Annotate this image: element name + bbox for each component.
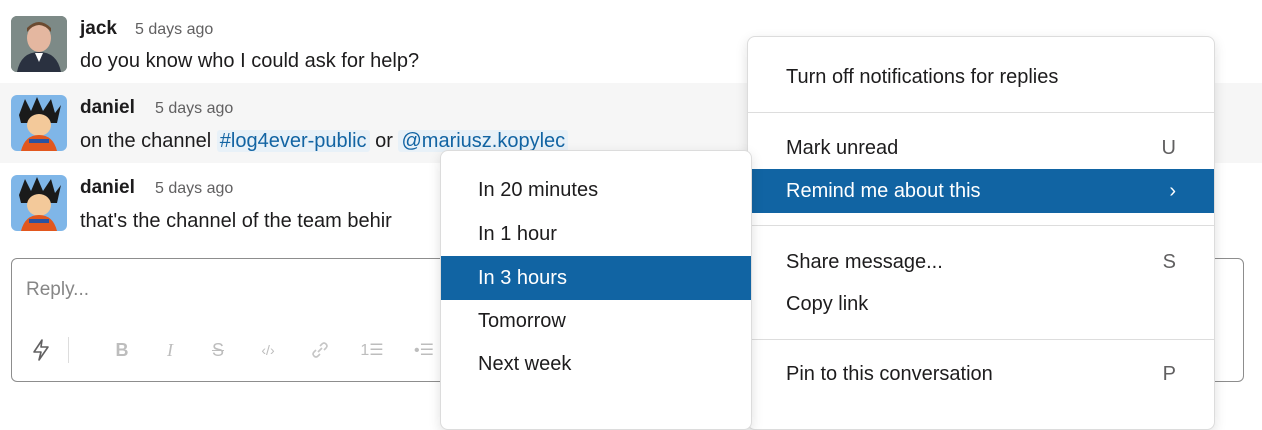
avatar-jack[interactable] <box>11 16 67 72</box>
toolbar-divider <box>68 337 69 363</box>
menu-item-pin[interactable]: Pin to this conversation P <box>748 353 1214 395</box>
submenu-item-next-week[interactable]: Next week <box>441 343 751 385</box>
menu-divider <box>748 112 1214 113</box>
submenu-item-tomorrow[interactable]: Tomorrow <box>441 300 751 342</box>
submenu-item-in-1-hour[interactable]: In 1 hour <box>441 213 751 255</box>
avatar-daniel[interactable] <box>11 95 67 151</box>
bolt-icon[interactable] <box>26 333 56 367</box>
bold-icon[interactable]: B <box>110 333 134 367</box>
timestamp[interactable]: 5 days ago <box>155 180 233 198</box>
author-name[interactable]: daniel <box>80 177 135 199</box>
menu-item-turn-off-notifications[interactable]: Turn off notifications for replies <box>748 56 1214 98</box>
submenu-item-in-3-hours[interactable]: In 3 hours <box>441 256 751 300</box>
chevron-right-icon: › <box>1169 179 1176 202</box>
shortcut-key: U <box>1161 136 1176 159</box>
menu-item-mark-unread[interactable]: Mark unread U <box>748 127 1214 169</box>
bulleted-list-icon[interactable]: •☰ <box>410 333 438 367</box>
menu-item-copy-link[interactable]: Copy link <box>748 283 1214 325</box>
shortcut-key: P <box>1162 362 1176 385</box>
message-text: do you know who I could ask for help? <box>80 50 420 72</box>
message-text-joiner: or <box>375 130 393 152</box>
message-text: that's the channel of the team behir <box>80 210 392 232</box>
link-icon[interactable] <box>306 333 334 367</box>
reply-input[interactable]: Reply... <box>26 279 89 301</box>
code-icon[interactable]: ‹/› <box>254 333 282 367</box>
italic-icon[interactable]: I <box>158 333 182 367</box>
author-name[interactable]: jack <box>80 18 117 40</box>
menu-divider <box>748 339 1214 340</box>
channel-link[interactable]: #log4ever-public <box>216 130 370 152</box>
menu-item-share-message[interactable]: Share message... S <box>748 241 1214 283</box>
strikethrough-icon[interactable]: S <box>206 333 230 367</box>
remind-submenu: In 20 minutes In 1 hour In 3 hours Tomor… <box>440 150 752 430</box>
ordered-list-icon[interactable]: 1☰ <box>358 333 386 367</box>
submenu-item-in-20-minutes[interactable]: In 20 minutes <box>441 169 751 211</box>
menu-divider <box>748 225 1214 226</box>
shortcut-key: S <box>1162 250 1176 273</box>
menu-item-remind-me[interactable]: Remind me about this › <box>748 169 1214 213</box>
timestamp[interactable]: 5 days ago <box>135 21 213 39</box>
message-actions-menu: Turn off notifications for replies Mark … <box>747 36 1215 430</box>
message-text-prefix: on the channel <box>80 130 212 152</box>
user-mention[interactable]: @mariusz.kopylec <box>398 130 569 152</box>
timestamp[interactable]: 5 days ago <box>155 100 233 118</box>
author-name[interactable]: daniel <box>80 97 135 119</box>
avatar-daniel[interactable] <box>11 175 67 231</box>
